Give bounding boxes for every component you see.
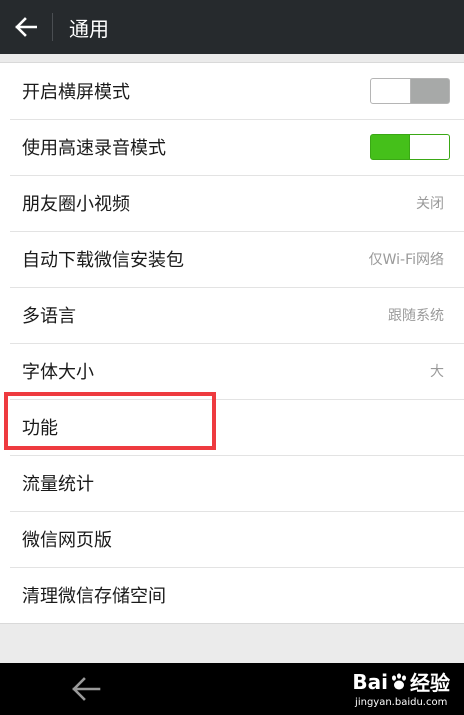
page-title: 通用 [69, 16, 109, 41]
hq-audio-toggle[interactable] [370, 134, 450, 160]
setting-label: 微信网页版 [22, 530, 112, 551]
setting-label: 字体大小 [22, 362, 94, 383]
paw-logo-icon [392, 672, 406, 689]
setting-row-language[interactable]: 多语言 跟随系统 [0, 287, 464, 343]
setting-row-moments-video[interactable]: 朋友圈小视频 关闭 [0, 175, 464, 231]
settings-list: 开启横屏模式 使用高速录音模式 朋友圈小视频 关闭 自动下载微信安装包 仅Wi-… [0, 62, 464, 624]
watermark-url: jingyan.baidu.com [355, 697, 448, 708]
setting-row-landscape[interactable]: 开启横屏模式 [0, 63, 464, 119]
system-back-button[interactable] [66, 675, 106, 703]
setting-value: 跟随系统 [388, 308, 444, 324]
highlight-annotation-box [4, 392, 216, 450]
toggle-knob [371, 79, 411, 103]
header-divider [52, 13, 53, 41]
setting-row-hq-audio[interactable]: 使用高速录音模式 [0, 119, 464, 175]
watermark-brand-right: 经验 [410, 671, 450, 695]
setting-label: 开启横屏模式 [22, 82, 130, 103]
toggle-track [371, 135, 409, 159]
watermark-brand: Bai 经验 [352, 667, 450, 696]
setting-label: 自动下载微信安装包 [22, 250, 184, 271]
setting-row-web-version[interactable]: 微信网页版 [0, 511, 464, 567]
arrow-left-icon [72, 677, 101, 701]
setting-label: 流量统计 [22, 474, 94, 495]
toggle-knob [409, 135, 449, 159]
setting-row-font-size[interactable]: 字体大小 大 [0, 343, 464, 399]
back-button[interactable] [0, 0, 52, 54]
landscape-toggle[interactable] [370, 78, 450, 104]
setting-row-clear-storage[interactable]: 清理微信存储空间 [0, 567, 464, 623]
baidu-jingyan-watermark: Bai 经验 jingyan.baidu.com [352, 667, 450, 709]
setting-value: 仅Wi-Fi网络 [368, 252, 444, 268]
setting-label: 使用高速录音模式 [22, 138, 166, 159]
toggle-track [411, 79, 449, 103]
setting-label: 清理微信存储空间 [22, 586, 166, 607]
system-navigation-bar: Bai 经验 jingyan.baidu.com [0, 663, 464, 715]
arrow-left-icon [15, 17, 37, 37]
app-header: 通用 [0, 0, 464, 54]
setting-row-auto-download[interactable]: 自动下载微信安装包 仅Wi-Fi网络 [0, 231, 464, 287]
watermark-brand-left: Bai [352, 669, 388, 694]
setting-value: 关闭 [416, 196, 444, 212]
setting-value: 大 [430, 364, 444, 380]
setting-label: 朋友圈小视频 [22, 194, 130, 215]
setting-row-traffic[interactable]: 流量统计 [0, 455, 464, 511]
setting-label: 多语言 [22, 306, 76, 327]
